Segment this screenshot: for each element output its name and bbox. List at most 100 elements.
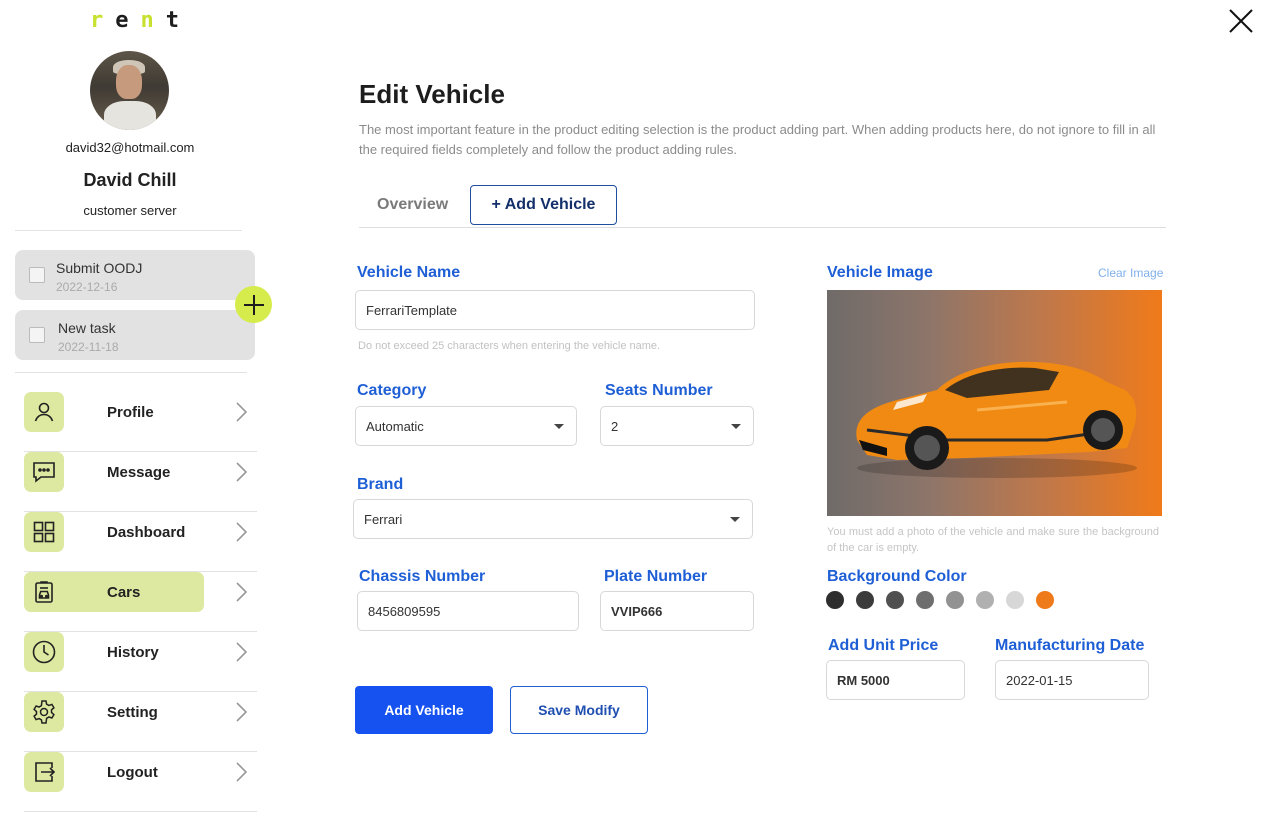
app-logo: r e n t — [90, 8, 186, 34]
brand-label: Brand — [357, 476, 404, 493]
nav-item-cars[interactable]: Cars — [24, 572, 257, 632]
unit-price-value: RM 5000 — [837, 672, 890, 688]
task-item[interactable]: New task 2022-11-18 — [15, 310, 255, 360]
tasks-divider — [15, 372, 247, 373]
task-title: Submit OODJ — [56, 260, 143, 276]
nav-label: Setting — [107, 704, 158, 721]
chevron-right-icon — [236, 582, 248, 602]
chevron-right-icon — [236, 462, 248, 482]
profile-divider — [15, 230, 242, 231]
category-value: Automatic — [366, 418, 424, 434]
clear-image-link[interactable]: Clear Image — [1098, 266, 1163, 280]
tab-overview[interactable]: Overview — [377, 196, 448, 214]
nav-item-logout[interactable]: Logout — [24, 752, 257, 812]
color-swatch[interactable] — [976, 591, 994, 609]
logout-icon — [24, 752, 64, 792]
nav-divider — [24, 811, 257, 812]
category-select[interactable]: Automatic — [355, 406, 577, 446]
vehicle-image-hint: You must add a photo of the vehicle and … — [827, 526, 1159, 554]
plate-input[interactable]: VVIP666 — [600, 591, 754, 631]
car-image — [856, 361, 1137, 478]
vehicle-name-value: FerrariTemplate — [366, 302, 458, 318]
dashboard-icon — [24, 512, 64, 552]
car-icon — [24, 572, 64, 612]
chevron-right-icon — [236, 522, 248, 542]
nav-label: Dashboard — [107, 524, 186, 541]
nav-item-dashboard[interactable]: Dashboard — [24, 512, 257, 572]
chassis-value: 8456809595 — [368, 603, 441, 619]
task-date: 2022-12-16 — [56, 280, 118, 294]
caret-down-icon — [731, 424, 741, 429]
chevron-right-icon — [236, 642, 248, 662]
task-item[interactable]: Submit OODJ 2022-12-16 — [15, 250, 255, 300]
save-modify-button[interactable]: Save Modify — [510, 686, 648, 734]
nav-label: Profile — [107, 404, 154, 421]
page-title: Edit Vehicle — [359, 79, 505, 109]
nav-label: Message — [107, 464, 171, 481]
chevron-right-icon — [236, 402, 248, 422]
nav-item-history[interactable]: History — [24, 632, 257, 692]
task-checkbox[interactable] — [29, 267, 45, 283]
avatar[interactable] — [90, 51, 169, 130]
color-swatch[interactable] — [1036, 591, 1054, 609]
vehicle-name-label: Vehicle Name — [357, 264, 461, 281]
color-swatch[interactable] — [856, 591, 874, 609]
nav-label: Logout — [107, 764, 158, 781]
plate-value: VVIP666 — [611, 603, 663, 619]
logo-letter: e — [115, 8, 129, 33]
vehicle-name-hint: Do not exceed 25 characters when enterin… — [358, 340, 661, 352]
color-swatch[interactable] — [826, 591, 844, 609]
plus-icon — [243, 294, 264, 315]
nav-label: History — [107, 644, 159, 661]
add-vehicle-button[interactable]: Add Vehicle — [355, 686, 493, 734]
background-color-label: Background Color — [827, 568, 967, 585]
avatar-face — [116, 65, 142, 99]
color-swatch[interactable] — [946, 591, 964, 609]
background-color-swatches — [826, 591, 1054, 609]
category-label: Category — [357, 382, 427, 399]
manufacturing-date-input[interactable]: 2022-01-15 — [995, 660, 1149, 700]
close-icon[interactable] — [1226, 6, 1256, 36]
seats-label: Seats Number — [605, 382, 713, 399]
vehicle-image-label: Vehicle Image — [827, 264, 933, 281]
chassis-label: Chassis Number — [359, 568, 486, 585]
avatar-shirt — [104, 101, 156, 130]
nav-item-setting[interactable]: Setting — [24, 692, 257, 752]
tab-add-vehicle[interactable]: + Add Vehicle — [470, 185, 617, 225]
gear-icon — [24, 692, 64, 732]
chassis-input[interactable]: 8456809595 — [357, 591, 579, 631]
nav-label: Cars — [107, 584, 141, 601]
message-icon — [24, 452, 64, 492]
user-name: David Chill — [83, 170, 177, 190]
logo-letter: n — [140, 8, 154, 33]
seats-select[interactable]: 2 — [600, 406, 754, 446]
chevron-right-icon — [236, 762, 248, 782]
brand-value: Ferrari — [364, 511, 403, 527]
chevron-right-icon — [236, 702, 248, 722]
manufacturing-date-value: 2022-01-15 — [1006, 672, 1073, 688]
task-date: 2022-11-18 — [58, 340, 119, 354]
plate-label: Plate Number — [604, 568, 708, 585]
vehicle-image[interactable] — [827, 290, 1162, 516]
nav-item-profile[interactable]: Profile — [24, 392, 257, 452]
color-swatch[interactable] — [1006, 591, 1024, 609]
logo-letter: t — [165, 8, 179, 33]
tabs-divider — [359, 227, 1166, 228]
logo-letter: r — [90, 8, 104, 33]
unit-price-label: Add Unit Price — [828, 637, 939, 654]
color-swatch[interactable] — [916, 591, 934, 609]
vehicle-name-input[interactable]: FerrariTemplate — [355, 290, 755, 330]
clock-icon — [24, 632, 64, 672]
page-subtitle: The most important feature in the produc… — [359, 122, 1156, 157]
brand-select[interactable]: Ferrari — [353, 499, 753, 539]
nav-item-message[interactable]: Message — [24, 452, 257, 512]
task-checkbox[interactable] — [29, 327, 45, 343]
unit-price-input[interactable]: RM 5000 — [826, 660, 965, 700]
user-role: customer server — [83, 203, 177, 218]
user-icon — [24, 392, 64, 432]
caret-down-icon — [554, 424, 564, 429]
color-swatch[interactable] — [886, 591, 904, 609]
caret-down-icon — [730, 517, 740, 522]
seats-value: 2 — [611, 418, 619, 434]
add-task-button[interactable] — [235, 286, 272, 323]
